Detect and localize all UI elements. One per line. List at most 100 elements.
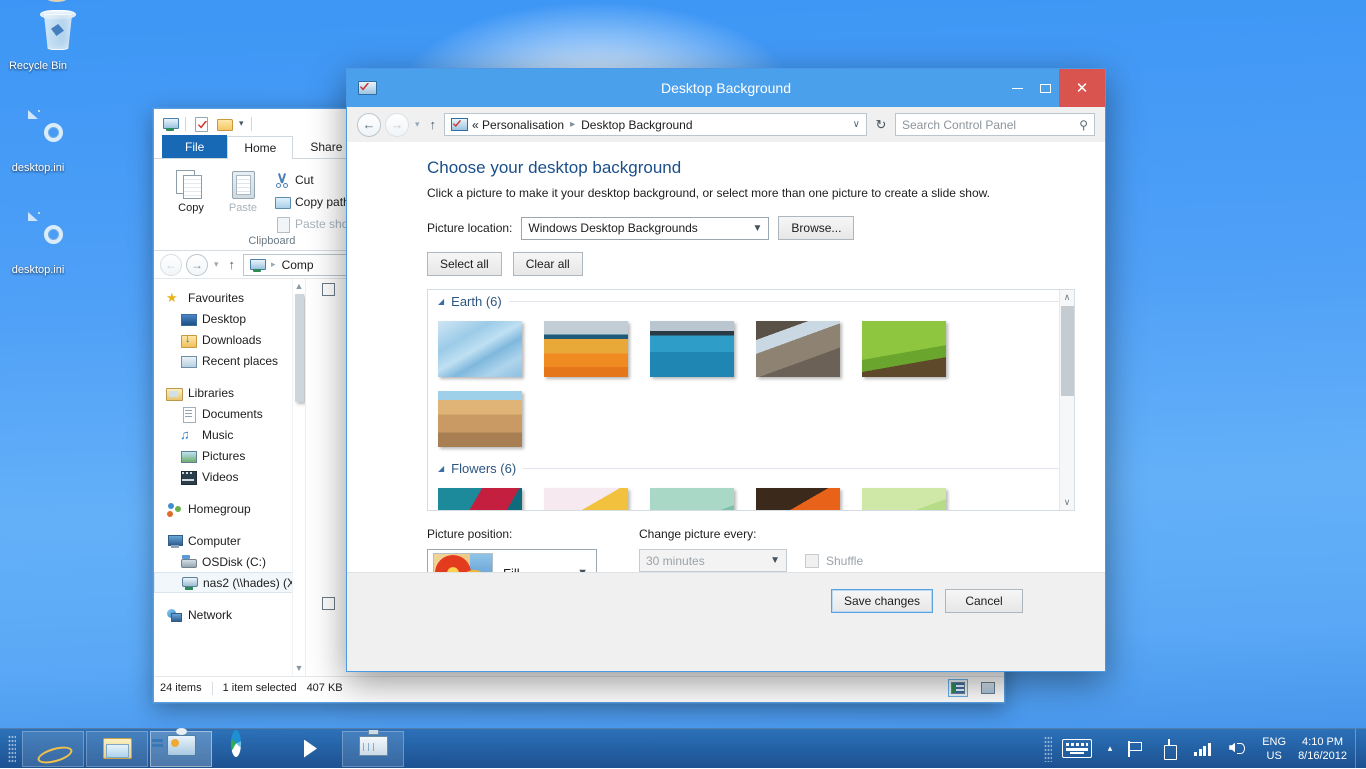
desktop-icon-recycle-bin[interactable]: Recycle Bin bbox=[0, 8, 76, 73]
wallpaper-thumbnail[interactable] bbox=[650, 488, 734, 511]
wallpaper-thumbnail[interactable] bbox=[862, 321, 946, 377]
sidebar-item-desktop[interactable]: Desktop bbox=[154, 308, 305, 329]
collapse-triangle-icon[interactable]: ◢ bbox=[438, 297, 444, 306]
recent-locations-icon[interactable]: ▾ bbox=[212, 259, 221, 270]
computer-icon[interactable] bbox=[162, 116, 178, 132]
scroll-up-icon[interactable]: ∧ bbox=[1060, 290, 1074, 305]
chevron-down-icon[interactable]: ∨ bbox=[853, 119, 860, 130]
network-signal-icon[interactable] bbox=[1194, 739, 1214, 759]
wallpaper-thumbnail[interactable] bbox=[862, 488, 946, 511]
system-tray[interactable]: ▴ ENG US 4:10 PM 8/16/2012 bbox=[1044, 729, 1366, 769]
wallpaper-thumbnail[interactable] bbox=[756, 321, 840, 377]
action-center-icon[interactable] bbox=[1126, 739, 1146, 759]
gallery-group-header[interactable]: ◢Flowers (6) bbox=[438, 447, 1059, 476]
recent-locations-icon[interactable]: ▾ bbox=[413, 119, 422, 130]
sidebar-item-favourites[interactable]: ★ Favourites bbox=[154, 287, 305, 308]
picture-location-select[interactable]: Windows Desktop Backgrounds ▼ bbox=[521, 217, 769, 240]
language-indicator[interactable]: ENG US bbox=[1262, 735, 1286, 763]
scroll-down-icon[interactable]: ∨ bbox=[1060, 495, 1074, 510]
new-folder-icon[interactable] bbox=[216, 116, 232, 132]
sidebar-item-videos[interactable]: Videos bbox=[154, 466, 305, 487]
show-desktop-button[interactable] bbox=[1355, 729, 1364, 769]
wallpaper-thumbnail[interactable] bbox=[438, 321, 522, 377]
desktop[interactable]: Recycle Bin desktop.ini desktop.ini ▾ Fi… bbox=[0, 0, 1366, 768]
large-icons-view-button[interactable] bbox=[978, 679, 998, 697]
list-item-checkbox[interactable] bbox=[322, 283, 335, 296]
breadcrumb-current[interactable]: Desktop Background bbox=[581, 118, 692, 132]
breadcrumb-segment[interactable]: Comp bbox=[282, 258, 314, 272]
clock[interactable]: 4:10 PM 8/16/2012 bbox=[1298, 735, 1355, 763]
desktop-icon-desktop-ini-1[interactable]: desktop.ini bbox=[0, 110, 76, 175]
maximize-button[interactable] bbox=[1031, 69, 1059, 107]
navigation-pane[interactable]: ★ Favourites Desktop Downloads Recent pl… bbox=[154, 279, 306, 676]
close-button[interactable]: ✕ bbox=[1059, 69, 1105, 107]
minimize-button[interactable] bbox=[1003, 69, 1031, 107]
sidebar-item-network[interactable]: Network bbox=[154, 604, 305, 625]
scrollbar-thumb[interactable] bbox=[295, 294, 304, 402]
wallpaper-thumbnail[interactable] bbox=[544, 321, 628, 377]
save-changes-button[interactable]: Save changes bbox=[831, 589, 933, 613]
sidebar-item-nas2[interactable]: nas2 (\\hades) (X bbox=[154, 572, 305, 593]
scrollbar-thumb[interactable] bbox=[1061, 306, 1074, 396]
desktop-icon-desktop-ini-2[interactable]: desktop.ini bbox=[0, 212, 76, 277]
properties-icon[interactable] bbox=[193, 116, 209, 132]
chevron-down-icon[interactable]: ▾ bbox=[239, 118, 244, 129]
tab-file[interactable]: File bbox=[162, 135, 227, 158]
window-buttons[interactable]: ✕ bbox=[1003, 69, 1105, 107]
tab-home[interactable]: Home bbox=[227, 136, 293, 159]
sidebar-item-music[interactable]: ♫ Music bbox=[154, 424, 305, 445]
gallery-group-header[interactable]: ◢Earth (6) bbox=[438, 289, 1059, 309]
dialog-address-bar[interactable]: ← → ▾ ↑ « Personalisation ▸ Desktop Back… bbox=[347, 107, 1105, 142]
wallpaper-thumbnail[interactable] bbox=[438, 391, 522, 447]
taskbar-button-performance-monitor[interactable] bbox=[342, 731, 404, 767]
touch-keyboard-icon[interactable] bbox=[1062, 739, 1092, 758]
taskbar[interactable]: ▴ ENG US 4:10 PM 8/16/2012 bbox=[0, 728, 1366, 768]
taskbar-button-file-explorer[interactable] bbox=[86, 731, 148, 767]
sidebar-item-computer[interactable]: Computer bbox=[154, 530, 305, 551]
up-button[interactable]: ↑ bbox=[426, 117, 441, 132]
taskbar-button-control-panel[interactable] bbox=[150, 731, 212, 767]
scroll-up-icon[interactable]: ▲ bbox=[293, 279, 305, 294]
sidebar-item-homegroup[interactable]: Homegroup bbox=[154, 498, 305, 519]
dialog-title-bar[interactable]: Desktop Background ✕ bbox=[347, 69, 1105, 107]
gallery-scrollbar[interactable]: ∧ ∨ bbox=[1059, 290, 1074, 510]
breadcrumb[interactable]: « Personalisation ▸ Desktop Background ∨ bbox=[444, 113, 867, 136]
taskbar-button-internet-explorer[interactable] bbox=[22, 731, 84, 767]
wallpaper-gallery[interactable]: ◢Earth (6) ◢Flowers (6) ∧ ∨ bbox=[427, 289, 1075, 511]
collapse-triangle-icon[interactable]: ◢ bbox=[438, 464, 444, 473]
clear-all-button[interactable]: Clear all bbox=[513, 252, 583, 276]
desktop-background-dialog[interactable]: Desktop Background ✕ ← → ▾ ↑ « Personali… bbox=[346, 68, 1106, 672]
wallpaper-thumbnail[interactable] bbox=[650, 321, 734, 377]
forward-button[interactable]: → bbox=[186, 254, 208, 276]
copy-button[interactable]: Copy bbox=[166, 166, 216, 214]
scroll-down-icon[interactable]: ▼ bbox=[293, 661, 305, 676]
wallpaper-thumbnail[interactable] bbox=[544, 488, 628, 511]
forward-button[interactable]: → bbox=[385, 113, 409, 137]
change-picture-interval-select[interactable]: 30 minutes ▼ bbox=[639, 549, 787, 572]
paste-button[interactable]: Paste bbox=[218, 166, 268, 214]
cancel-button[interactable]: Cancel bbox=[945, 589, 1023, 613]
show-hidden-icons-button[interactable]: ▴ bbox=[1108, 743, 1113, 754]
sidebar-item-pictures[interactable]: Pictures bbox=[154, 445, 305, 466]
refresh-button[interactable]: ↻ bbox=[871, 117, 891, 133]
sidebar-item-documents[interactable]: Documents bbox=[154, 403, 305, 424]
wallpaper-thumbnail[interactable] bbox=[756, 488, 840, 511]
details-view-button[interactable] bbox=[948, 679, 968, 697]
sidebar-item-libraries[interactable]: Libraries bbox=[154, 382, 305, 403]
browse-button[interactable]: Browse... bbox=[778, 216, 854, 240]
navigation-pane-scrollbar[interactable]: ▲ ▼ bbox=[292, 279, 305, 676]
search-input[interactable]: Search Control Panel ⚲ bbox=[895, 113, 1095, 136]
safely-remove-hardware-icon[interactable] bbox=[1160, 739, 1180, 759]
taskbar-button-opera[interactable] bbox=[278, 731, 340, 767]
list-item-checkbox[interactable] bbox=[322, 597, 335, 610]
sidebar-item-osdisk[interactable]: OSDisk (C:) bbox=[154, 551, 305, 572]
volume-icon[interactable] bbox=[1228, 739, 1248, 759]
back-button[interactable]: ← bbox=[357, 113, 381, 137]
sidebar-item-recent-places[interactable]: Recent places bbox=[154, 350, 305, 371]
up-button[interactable]: ↑ bbox=[225, 257, 240, 272]
sidebar-item-downloads[interactable]: Downloads bbox=[154, 329, 305, 350]
back-button[interactable]: ← bbox=[160, 254, 182, 276]
wallpaper-thumbnail[interactable] bbox=[438, 488, 522, 511]
shuffle-checkbox[interactable]: Shuffle bbox=[805, 554, 863, 568]
taskbar-button-loading[interactable] bbox=[214, 731, 276, 767]
